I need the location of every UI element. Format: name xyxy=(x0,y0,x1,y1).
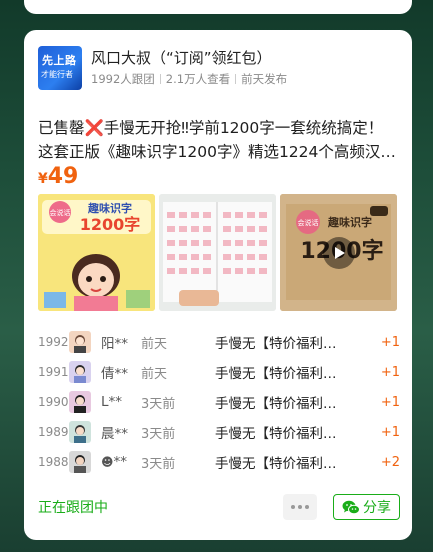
order-row[interactable]: 1992 阳** 前天 手慢无【特价福利… +1 xyxy=(38,327,400,357)
order-number: 1988 xyxy=(38,455,69,469)
buyer-name: 晨** xyxy=(101,426,128,442)
order-row[interactable]: 1990 L** 3天前 手慢无【特价福利… +1 xyxy=(38,387,400,417)
order-time: 3天前 xyxy=(141,396,176,412)
order-time: 前天 xyxy=(141,366,168,382)
meta-divider xyxy=(159,74,161,84)
buyer-name: 倩** xyxy=(101,366,128,382)
account-name[interactable]: 风口大叔（“订阅”领红包） xyxy=(91,48,287,68)
share-button[interactable]: 分享 xyxy=(333,494,400,520)
share-label: 分享 xyxy=(363,500,391,516)
order-product: 手慢无【特价福利… xyxy=(215,426,337,442)
card-footer: 正在跟团中 分享 xyxy=(38,494,400,520)
price-value: 49 xyxy=(47,164,79,189)
order-count: +2 xyxy=(380,454,400,470)
order-number: 1989 xyxy=(38,425,69,439)
order-product: 手慢无【特价福利… xyxy=(215,336,337,352)
previous-card-bottom xyxy=(24,0,412,14)
image-1-big: 1200字 xyxy=(80,215,141,234)
order-row[interactable]: 1991 倩** 前天 手慢无【特价福利… +1 xyxy=(38,357,400,387)
more-button[interactable] xyxy=(283,494,317,520)
desc-line-1: 已售罄❌手慢无开抢‼学前1200字一套统统搞定！ xyxy=(38,119,384,137)
product-image-1[interactable]: 会说话 趣味识字 1200字 xyxy=(38,194,155,311)
product-image-2[interactable] xyxy=(159,194,276,311)
avatar-text-1: 先上路 xyxy=(42,54,77,67)
order-time: 前天 xyxy=(141,336,168,352)
buyer-avatar xyxy=(69,331,91,353)
order-product: 手慢无【特价福利… xyxy=(215,396,337,412)
avatar-text-2: 才能行者 xyxy=(41,70,73,79)
product-image-3-video[interactable]: 会说话 趣味识字 1200字 xyxy=(280,194,397,311)
group-buy-card[interactable]: 先上路 才能行者 风口大叔（“订阅”领红包） 1992人跟团 2.1万人查看 前… xyxy=(24,30,412,540)
buyer-avatar xyxy=(69,451,91,473)
image-3-title: 趣味识字 xyxy=(327,215,372,229)
order-list: 1992 阳** 前天 手慢无【特价福利… +1 1991 倩** 前天 手慢无… xyxy=(38,327,400,477)
meta-divider xyxy=(235,74,237,84)
image-3-badge: 会说话 xyxy=(298,218,319,227)
following-status: 正在跟团中 xyxy=(38,500,108,516)
buyer-name: ☻** xyxy=(101,454,128,470)
order-row[interactable]: 1989 晨** 3天前 手慢无【特价福利… +1 xyxy=(38,417,400,447)
wechat-icon xyxy=(342,500,360,514)
order-count: +1 xyxy=(380,424,400,440)
image-1-badge: 会说话 xyxy=(50,208,71,217)
more-dots-icon xyxy=(291,505,309,509)
product-images: 会说话 趣味识字 1200字 会说话 趣味识字 xyxy=(38,194,397,311)
product-description[interactable]: 已售罄❌手慢无开抢‼学前1200字一套统统搞定！ 这套正版《趣味识字1200字》… xyxy=(38,116,400,164)
image-1-title: 趣味识字 xyxy=(87,201,132,215)
account-avatar[interactable]: 先上路 才能行者 xyxy=(38,46,82,90)
followers-count: 1992人跟团 xyxy=(91,72,155,86)
desc-line-2: 这套正版《趣味识字1200字》精选1224个高频汉… xyxy=(38,143,396,161)
buyer-avatar xyxy=(69,361,91,383)
views-count: 2.1万人查看 xyxy=(165,72,231,86)
price-symbol: ¥ xyxy=(38,171,48,187)
order-number: 1991 xyxy=(38,365,69,379)
order-time: 3天前 xyxy=(141,426,176,442)
order-count: +1 xyxy=(380,364,400,380)
account-meta: 1992人跟团 2.1万人查看 前天发布 xyxy=(91,71,287,87)
order-time: 3天前 xyxy=(141,456,176,472)
order-count: +1 xyxy=(380,394,400,410)
buyer-name: 阳** xyxy=(101,336,128,352)
emoji-face-icon: ☻ xyxy=(101,455,114,469)
account-header[interactable]: 先上路 才能行者 风口大叔（“订阅”领红包） 1992人跟团 2.1万人查看 前… xyxy=(38,46,287,90)
buyer-avatar xyxy=(69,391,91,413)
play-icon[interactable] xyxy=(323,237,355,269)
buyer-name: L** xyxy=(101,394,123,410)
order-count: +1 xyxy=(380,334,400,350)
order-number: 1992 xyxy=(38,335,69,349)
order-number: 1990 xyxy=(38,395,69,409)
publish-time: 前天发布 xyxy=(241,72,288,86)
order-product: 手慢无【特价福利… xyxy=(215,456,337,472)
buyer-avatar xyxy=(69,421,91,443)
order-product: 手慢无【特价福利… xyxy=(215,366,337,382)
order-row[interactable]: 1988 ☻** 3天前 手慢无【特价福利… +2 xyxy=(38,447,400,477)
product-price: ¥49 xyxy=(38,164,78,189)
